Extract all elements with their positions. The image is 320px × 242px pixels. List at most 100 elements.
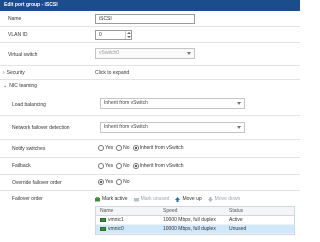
name-row: Name iSCSI [0,11,300,27]
notify-switches-label: Notify switches [12,146,46,152]
load-balancing-label: Load balancing [12,102,46,108]
vlan-label: VLAN ID [8,32,28,38]
chevron-down-icon [237,126,241,129]
column-header-speed[interactable]: Speed [160,208,226,214]
radio-selected-icon[interactable] [98,179,104,185]
radio-icon[interactable] [98,145,104,151]
option-label: No [123,163,130,169]
mark-unused-icon [133,197,139,201]
failover-order-table: Name Speed Status vmnic1 10000 Mbps, ful… [95,206,295,235]
move-up-label: Move up [182,196,202,202]
network-adapter-icon [100,227,106,231]
move-down-button[interactable]: Move down [207,196,241,202]
radio-icon[interactable] [116,179,123,185]
notify-inherit-option[interactable]: Inherit from vSwitch [132,145,184,151]
load-balancing-select[interactable]: Inherit from vSwitch [100,98,245,109]
security-label: Security [6,70,25,76]
table-row[interactable]: vmnic0 10000 Mbps, full duplex Unused [96,225,294,234]
radio-selected-icon[interactable] [132,145,139,151]
nic-name: vmnic1 [108,217,124,223]
security-label-wrap[interactable]: › Security [3,70,25,76]
spinner-up-icon[interactable] [127,32,131,34]
failback-row: Failback Yes No Inherit from vSwitch [0,158,300,175]
radio-icon[interactable] [98,163,104,169]
failover-detection-value: Inherit from vSwitch [104,124,148,130]
notify-no-option[interactable]: No [116,145,130,151]
mark-active-icon [95,196,100,201]
option-label: Inherit from vSwitch [139,163,184,169]
arrow-down-icon [207,196,213,202]
nic-teaming-label-wrap[interactable]: ⌄ NIC teaming [3,83,37,89]
vswitch-select: vSwitch0 [95,48,195,59]
nic-speed-cell: 10000 Mbps, full duplex [163,226,216,232]
notify-switches-row: Notify switches Yes No Inherit from vSwi… [0,140,300,158]
load-balancing-value: Inherit from vSwitch [104,100,148,106]
override-failover-label: Override failover order [12,180,62,186]
mark-active-label: Mark active [102,196,128,202]
failback-radio-group: Yes No Inherit from vSwitch [98,163,183,169]
security-expand-text[interactable]: Click to expand [95,70,129,76]
failover-detection-label: Network failover detection [12,125,70,131]
failback-label: Failback [12,163,31,169]
nic-name-cell: vmnic0 [96,226,160,232]
mark-unused-button[interactable]: Mark unused [133,196,170,202]
name-input[interactable]: iSCSI [95,14,195,24]
failover-detection-row: Network failover detection Inherit from … [0,116,300,140]
failover-order-label: Failover order [12,196,43,202]
nic-name: vmnic0 [108,226,124,232]
move-down-label: Move down [214,196,241,202]
dialog-title: Edit port group - iSCSI [0,0,300,11]
chevron-right-icon: › [3,70,5,76]
vlan-value: 0 [99,32,102,38]
name-label: Name [8,16,22,22]
failback-inherit-option[interactable]: Inherit from vSwitch [132,163,184,169]
option-label: No [123,179,130,185]
failback-no-option[interactable]: No [116,163,130,169]
option-label: Yes [105,145,114,151]
chevron-down-icon [187,52,191,55]
mark-unused-label: Mark unused [140,196,170,202]
override-yes-option[interactable]: Yes [98,179,113,185]
override-no-option[interactable]: No [116,179,130,185]
radio-selected-icon[interactable] [132,163,139,169]
vswitch-value: vSwitch0 [99,50,120,56]
option-label: Inherit from vSwitch [139,145,184,151]
vlan-stepper[interactable]: 0 [95,30,132,40]
failover-detection-select[interactable]: Inherit from vSwitch [100,122,245,133]
spinner-down-icon[interactable] [127,36,131,38]
notify-switches-radio-group: Yes No Inherit from vSwitch [98,145,183,151]
load-balancing-row: Load balancing Inherit from vSwitch [0,92,300,116]
option-label: No [123,145,130,151]
nic-status-cell: Active [229,217,243,223]
name-value: iSCSI [99,16,112,22]
override-failover-radio-group: Yes No [98,179,130,185]
nic-status-cell: Unused [229,226,247,232]
column-header-status[interactable]: Status [226,208,294,214]
option-label: Yes [105,163,114,169]
chevron-down-icon [237,102,241,105]
vlan-row: VLAN ID 0 [0,27,300,43]
radio-icon[interactable] [116,163,123,169]
arrow-up-icon [175,196,181,202]
notify-yes-option[interactable]: Yes [98,145,113,151]
vlan-spinner[interactable] [125,31,131,39]
nic-name-cell: vmnic1 [96,217,160,223]
move-up-button[interactable]: Move up [175,196,202,202]
nic-teaming-row[interactable]: ⌄ NIC teaming [0,80,300,92]
failover-order-toolbar: Mark active Mark unused Move up Move dow… [95,196,240,202]
nic-speed-cell: 10000 Mbps, full duplex [163,217,216,223]
override-failover-row: Override failover order Yes No [0,175,300,191]
table-header: Name Speed Status [96,207,294,216]
mark-active-button[interactable]: Mark active [95,196,128,202]
failback-yes-option[interactable]: Yes [98,163,113,169]
column-header-name[interactable]: Name [96,208,160,214]
vswitch-row: Virtual switch vSwitch0 [0,43,300,66]
nic-teaming-label: NIC teaming [9,83,37,89]
option-label: Yes [105,179,114,185]
table-row[interactable]: vmnic1 10000 Mbps, full duplex Active [96,216,294,225]
security-row[interactable]: › Security Click to expand [0,66,300,80]
chevron-down-icon: ⌄ [3,83,8,89]
radio-icon[interactable] [116,145,123,151]
network-adapter-icon [100,218,106,222]
vswitch-label: Virtual switch [8,52,38,58]
